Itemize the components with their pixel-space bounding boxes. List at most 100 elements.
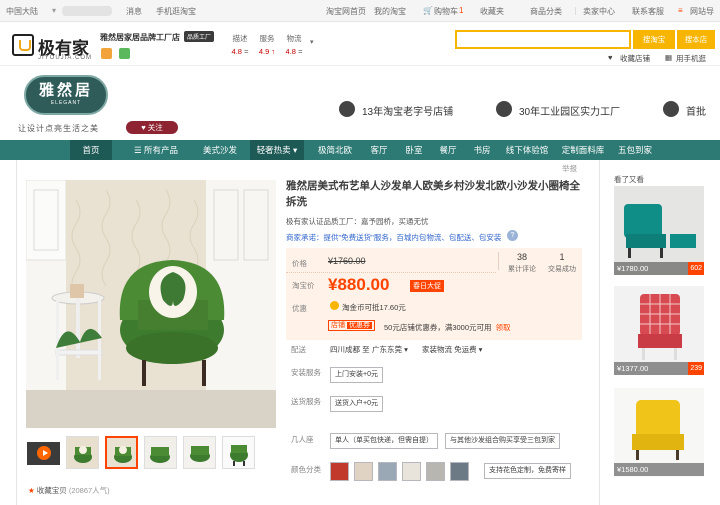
report-link[interactable]: 举报 bbox=[562, 163, 577, 174]
recommended-price: ¥1580.00 bbox=[614, 463, 704, 476]
coin-discount: 淘金币可抵17.60元 bbox=[342, 303, 406, 312]
ship-option[interactable]: 送货入户+0元 bbox=[330, 396, 383, 412]
messages-link[interactable]: 消息 bbox=[126, 6, 142, 17]
score-logistics: 物流 4.8 = bbox=[285, 34, 303, 56]
delivery-from: 四川成都 至 bbox=[330, 345, 370, 354]
mobile-shop-link[interactable]: 用手机逛 bbox=[676, 53, 706, 64]
delivery-destination-select[interactable]: 广东东莞 ▾ bbox=[372, 344, 408, 355]
score-description: 描述 4.8 = bbox=[231, 34, 249, 56]
help-icon[interactable]: ? bbox=[507, 230, 518, 241]
nav-american-sofa[interactable]: 美式沙发 bbox=[195, 140, 245, 160]
shop-banner: 雅然居 ELEGANT 让设计点亮生活之美 ♥ 关注 13年淘宝老字号店铺 30… bbox=[0, 67, 720, 140]
region-selector[interactable]: 中国大陆 bbox=[6, 6, 38, 17]
factory-badge: 品质工厂 bbox=[184, 31, 215, 42]
shop-nav: 首页 ☰ 所有产品 美式沙发 轻奢热卖 ▾ 极简北欧 客厅 卧室 餐厅 书房 线… bbox=[0, 140, 720, 160]
combo-option-single[interactable]: 单人（单买包快递，但需自提） bbox=[330, 433, 438, 449]
combo-option-bundle[interactable]: 与其他沙发组合购买享受三包到家 bbox=[445, 433, 560, 449]
nav-showroom[interactable]: 线下体验馆 bbox=[501, 140, 553, 160]
thumbnail[interactable] bbox=[222, 436, 255, 469]
star-icon: ★ bbox=[28, 486, 35, 495]
color-label: 颜色分类 bbox=[291, 465, 321, 474]
seller-center-link[interactable]: 卖家中心 bbox=[583, 6, 615, 17]
feature-first: 首批 bbox=[686, 107, 706, 118]
search-taobao-button[interactable]: 搜淘宝 bbox=[633, 30, 675, 49]
jiyoujia-logo-icon[interactable] bbox=[12, 34, 34, 56]
nav-nordic[interactable]: 极简北欧 bbox=[312, 140, 358, 160]
favorites-link[interactable]: 收藏夹 bbox=[480, 6, 504, 17]
coupon-tag: 店铺 优惠券 bbox=[328, 320, 375, 331]
brand-logo[interactable]: 雅然居 ELEGANT bbox=[24, 75, 108, 115]
globe-icon bbox=[496, 101, 512, 117]
trend-icon bbox=[663, 101, 679, 117]
crown-icon bbox=[339, 101, 355, 117]
chevron-down-icon[interactable]: ▾ bbox=[52, 6, 56, 15]
delivery-fee[interactable]: 家装物流 免运费 ▾ bbox=[422, 344, 482, 355]
divider bbox=[575, 7, 576, 15]
favorite-shop-link[interactable]: 收藏店铺 bbox=[620, 53, 650, 64]
coupon-text: 50元店铺优惠券，满3000元可用 领取 bbox=[384, 323, 511, 332]
site-nav-link[interactable]: 网站导 bbox=[690, 6, 714, 17]
heart-icon[interactable]: ♥ bbox=[608, 53, 612, 62]
nav-fabric-library[interactable]: 定制面料库 bbox=[558, 140, 608, 160]
my-taobao-link[interactable]: 我的淘宝 bbox=[374, 6, 406, 17]
combo-label: 几人座 bbox=[291, 435, 314, 444]
color-swatch[interactable] bbox=[450, 462, 469, 481]
color-swatch[interactable] bbox=[426, 462, 445, 481]
thumbnail[interactable] bbox=[183, 436, 216, 469]
nav-delivery[interactable]: 五包到家 bbox=[613, 140, 657, 160]
crown-icon bbox=[101, 48, 112, 59]
current-price: ¥880.00 bbox=[328, 275, 390, 294]
original-price: ¥1760.00 bbox=[328, 256, 366, 266]
install-option[interactable]: 上门安装+0元 bbox=[330, 367, 383, 383]
color-swatch[interactable] bbox=[402, 462, 421, 481]
thumbnail-selected[interactable] bbox=[105, 436, 138, 469]
delivery-label: 配送 bbox=[291, 345, 306, 354]
custom-color-option[interactable]: 支持花色定制，免费寄样 bbox=[484, 463, 571, 479]
verified-icon bbox=[119, 48, 130, 59]
cart-icon[interactable]: 🛒 bbox=[423, 6, 433, 15]
green-chair-photo bbox=[26, 180, 276, 428]
chevron-down-icon[interactable]: ▾ bbox=[310, 38, 314, 46]
nav-study[interactable]: 书房 bbox=[467, 140, 497, 160]
favorite-product[interactable]: ★ 收藏宝贝 (20867人气) bbox=[28, 485, 110, 496]
brand-slogan: 让设计点亮生活之美 bbox=[18, 124, 99, 133]
nav-dining[interactable]: 餐厅 bbox=[433, 140, 463, 160]
menu-icon[interactable]: ≡ bbox=[678, 6, 683, 15]
nav-luxury-hot[interactable]: 轻奢热卖 ▾ bbox=[250, 140, 304, 160]
divider bbox=[286, 272, 496, 273]
cart-count: 1 bbox=[459, 6, 464, 15]
promo-tag: 春日大促 bbox=[410, 280, 444, 292]
nav-all-products[interactable]: ☰ 所有产品 bbox=[125, 140, 187, 160]
color-swatch[interactable] bbox=[354, 462, 373, 481]
color-swatch[interactable] bbox=[378, 462, 397, 481]
search-input[interactable] bbox=[455, 30, 631, 49]
thumbnail[interactable] bbox=[144, 436, 177, 469]
site-topbar: 中国大陆 ▾ 消息 手机逛淘宝 淘宝网首页 我的淘宝 🛒 购物车 1 收藏夹 商… bbox=[0, 0, 720, 22]
categories-link[interactable]: 商品分类 bbox=[530, 6, 562, 17]
play-video-icon[interactable] bbox=[27, 442, 60, 465]
qrcode-icon[interactable]: ▦ bbox=[665, 53, 672, 62]
price-label: 价格 bbox=[292, 259, 307, 268]
follow-button[interactable]: ♥ 关注 bbox=[126, 121, 178, 134]
site-logo-subtext: JIYOUJIA.COM bbox=[38, 55, 93, 61]
product-main-image[interactable] bbox=[26, 180, 276, 428]
shop-name[interactable]: 雅然居家居品牌工厂店 bbox=[100, 32, 180, 43]
search-shop-button[interactable]: 搜本店 bbox=[677, 30, 715, 49]
merchant-promise: 商家承诺：提供"免费送货"服务，百城内包物流、包配送、包安装 bbox=[286, 233, 502, 242]
mobile-taobao-link[interactable]: 手机逛淘宝 bbox=[156, 6, 196, 17]
see-also-title: 看了又看 bbox=[614, 175, 644, 184]
nav-bedroom[interactable]: 卧室 bbox=[399, 140, 429, 160]
nav-home[interactable]: 首页 bbox=[70, 140, 112, 160]
recommended-price: ¥1780.00 602 bbox=[614, 262, 704, 275]
thumbnail[interactable] bbox=[66, 436, 99, 469]
nav-living-room[interactable]: 客厅 bbox=[364, 140, 394, 160]
get-coupon-link[interactable]: 领取 bbox=[496, 323, 511, 332]
color-swatch[interactable] bbox=[330, 462, 349, 481]
username-blurred[interactable] bbox=[62, 6, 112, 16]
contact-service-link[interactable]: 联系客服 bbox=[632, 6, 664, 17]
cart-link[interactable]: 购物车 bbox=[434, 6, 458, 17]
taobao-price-label: 淘宝价 bbox=[292, 281, 315, 290]
feature-shop-age: 13年淘宝老字号店铺 bbox=[362, 107, 454, 118]
install-label: 安装服务 bbox=[291, 368, 321, 377]
taobao-home-link[interactable]: 淘宝网首页 bbox=[326, 6, 366, 17]
